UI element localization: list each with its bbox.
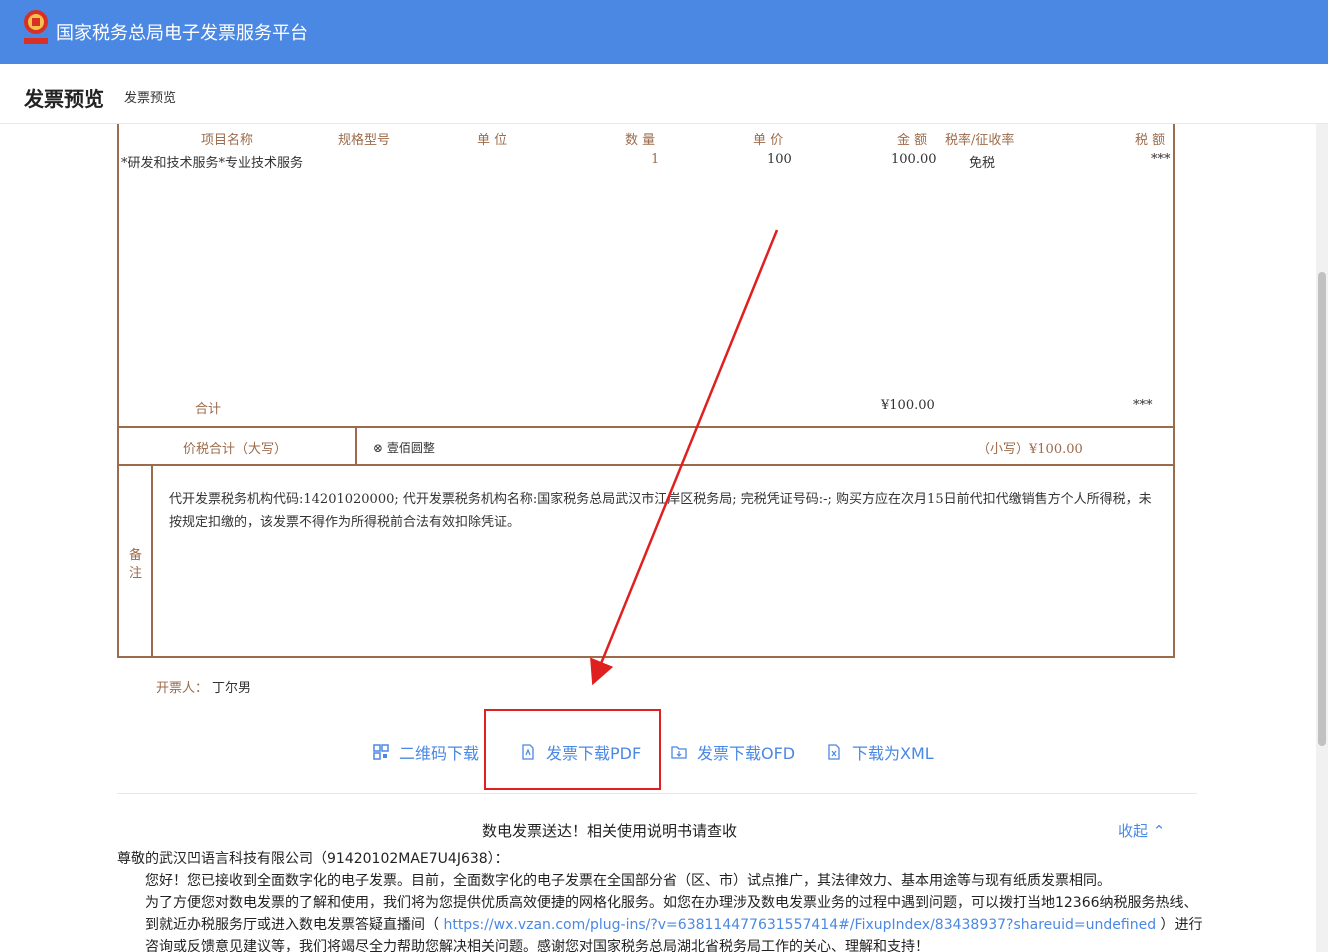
issuer-label: 开票人： [156,681,209,696]
col-unit: 单 位 [477,133,508,148]
grand-total-label: 价税合计（大写） [183,442,288,457]
highlight-box [484,709,661,790]
col-price: 单 价 [753,133,784,148]
ofd-download-label: 发票下载OFD [697,744,796,763]
qr-download-button[interactable]: 二维码下载 [373,740,479,764]
page-title: 发票预览 [24,87,104,111]
xml-download-label: 下载为XML [852,744,934,763]
col-qty: 数 量 [625,133,656,148]
folder-download-icon [671,746,687,759]
row-amount: 100.00 [891,152,937,167]
row-item-name: *研发和技术服务*专业技术服务 [121,156,304,171]
section-divider [117,793,1197,794]
scrollbar-thumb[interactable] [1318,272,1326,746]
circle-x-icon: ⊗ [373,441,387,455]
livestream-link[interactable]: https://wx.vzan.com/plug-ins/?v=63811447… [443,917,1156,933]
collapse-label: 收起 [1118,822,1149,840]
collapse-button[interactable]: 收起 ⌃ [1118,820,1165,841]
qrcode-icon [373,744,389,760]
row-qty: 1 [651,152,660,167]
col-amount: 金 额 [897,133,928,148]
remark-label-2: 注 [129,566,143,581]
total-tax: *** [1133,398,1153,413]
notice-greeting: 尊敬的武汉凹语言科技有限公司（91420102MAE7U4J638）： [117,851,509,867]
row-price: 100 [767,152,792,167]
col-tax-rate: 税率/征收率 [945,133,1015,148]
row-tax-rate: 免税 [969,156,996,171]
qr-download-label: 二维码下载 [399,744,480,763]
col-tax: 税 额 [1135,133,1166,148]
main-content: 项目名称 规格型号 单 位 数 量 单 价 金 额 税率/征收率 税 额 *研发… [0,124,1316,952]
grand-total-small: （小写）¥100.00 [977,442,1083,457]
notice-body: 尊敬的武汉凹语言科技有限公司（91420102MAE7U4J638）： 您好！您… [117,848,1207,952]
ofd-download-button[interactable]: 发票下载OFD [671,740,795,764]
page-header: 发票预览 发票预览 [0,64,1328,124]
chevron-up-icon: ⌃ [1152,822,1166,840]
invoice-preview: 项目名称 规格型号 单 位 数 量 单 价 金 额 税率/征收率 税 额 *研发… [117,124,1175,658]
notice-title: 数电发票送达！相关使用说明书请查收 [482,822,738,840]
top-navbar: 国家税务总局电子发票服务平台 [0,0,1328,64]
grand-total-upper: ⊗ 壹佰圆整 [373,439,435,456]
remark-label-1: 备 [129,548,143,563]
tax-emblem-logo [24,10,48,44]
issuer-name: 丁尔男 [212,681,252,696]
total-amount: ¥100.00 [881,398,935,413]
row-tax: *** [1151,152,1171,167]
col-item-name: 项目名称 [201,133,254,148]
remark-text: 代开发票税务机构代码:14201020000; 代开发票税务机构名称:国家税务总… [169,492,1152,530]
platform-title: 国家税务总局电子发票服务平台 [56,23,308,44]
notice-paragraph-1: 您好！您已接收到全面数字化的电子发票。目前，全面数字化的电子发票在全国部分省（区… [145,873,1111,889]
col-spec: 规格型号 [338,133,391,148]
grand-total-upper-text: 壹佰圆整 [386,441,435,455]
xml-download-button[interactable]: 下载为XML [826,740,934,764]
total-label: 合计 [195,402,222,417]
xml-file-icon [828,744,840,760]
notice-paragraph-2: 为了方便您对数电发票的了解和使用，我们将为您提供优质高效便捷的网格化服务。如您在… [117,892,1207,952]
vertical-scrollbar[interactable] [1316,124,1328,952]
breadcrumb: 发票预览 [124,91,177,106]
